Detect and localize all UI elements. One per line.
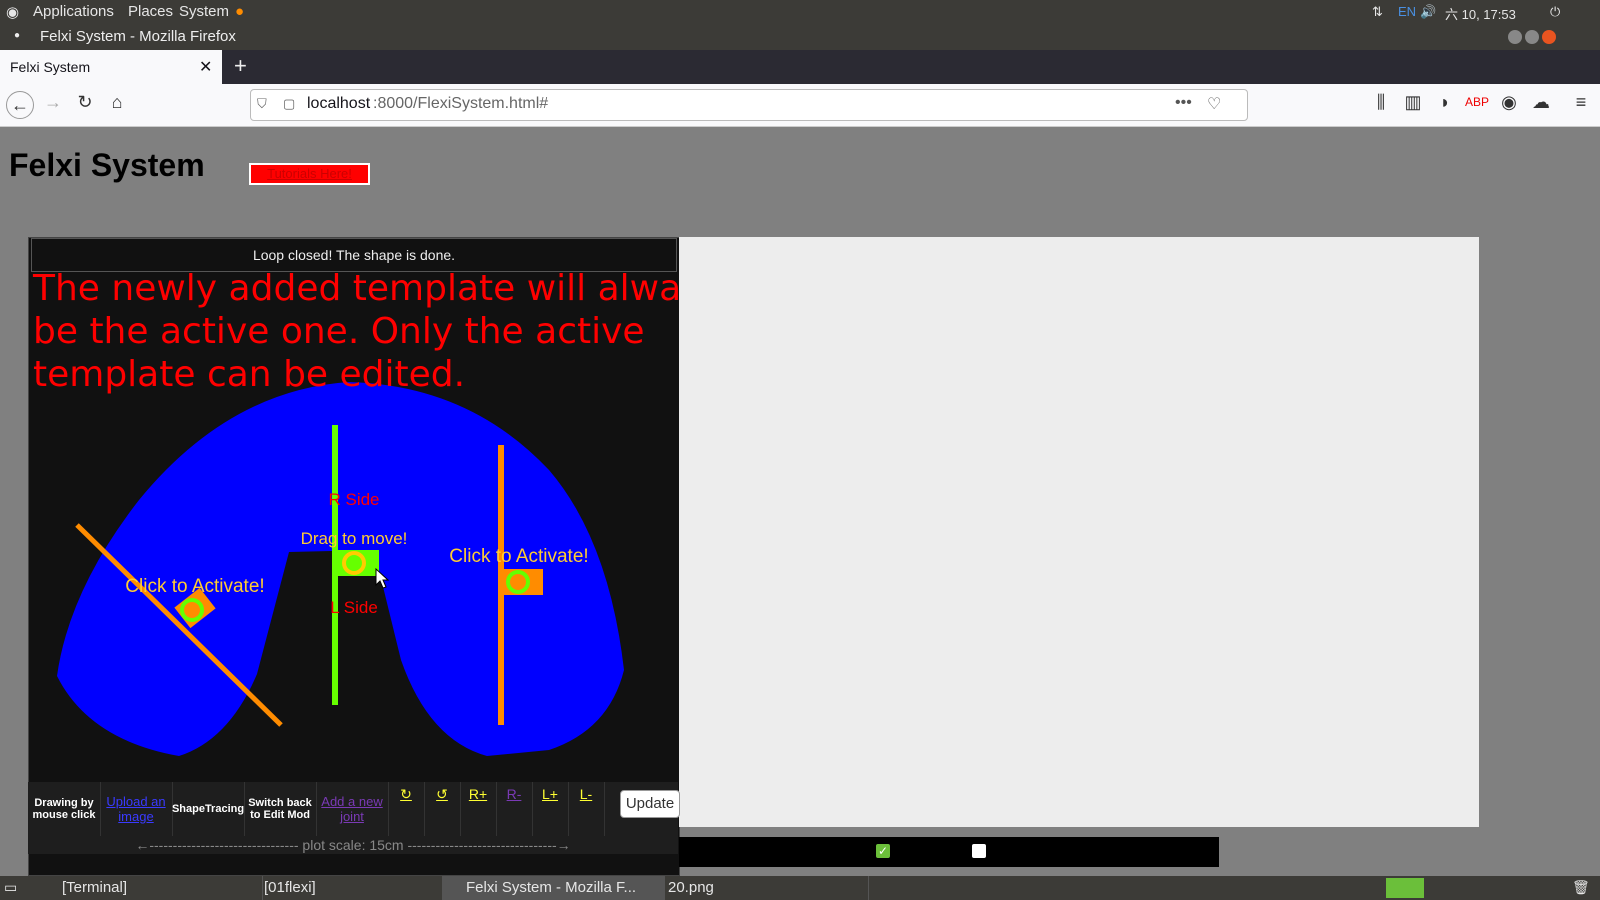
- show-desktop-icon[interactable]: ▭: [4, 879, 17, 896]
- menu-applications[interactable]: Applications: [33, 3, 114, 20]
- window-title: Felxi System - Mozilla Firefox: [40, 28, 236, 45]
- activate-right-label: Click to Activate!: [449, 546, 588, 567]
- page-info-icon[interactable]: ▢: [283, 96, 295, 112]
- tutorials-button[interactable]: Tutorials Here!: [249, 163, 370, 185]
- shape-tracing-button[interactable]: ShapeTracing: [172, 782, 245, 836]
- rotate-cw-button[interactable]: ↻: [388, 782, 425, 840]
- hamburger-menu-icon[interactable]: ≡: [1568, 92, 1594, 113]
- page-title: Felxi System: [9, 147, 205, 183]
- page-actions-icon[interactable]: •••: [1175, 94, 1192, 112]
- workspace-switcher[interactable]: [1386, 878, 1424, 898]
- tab-bar: Felxi System ✕ +: [0, 50, 1600, 84]
- taskbar: ▭ [Terminal] [01flexi] Felxi System - Mo…: [0, 876, 1600, 900]
- keyboard-layout[interactable]: EN: [1398, 4, 1416, 19]
- forward-icon[interactable]: →: [40, 92, 66, 113]
- active-template-message: The newly added template will always be …: [33, 268, 722, 395]
- url-path: :8000/FlexiSystem.html#: [373, 95, 549, 112]
- extension-icon[interactable]: ◗: [1432, 92, 1458, 113]
- r-side-label: R Side: [328, 490, 379, 509]
- r-plus-button[interactable]: R+: [460, 782, 497, 840]
- sidebar-icon[interactable]: ▥: [1400, 92, 1426, 113]
- task-01flexi-label: [01flexi]: [264, 879, 316, 896]
- nav-bar: ← → ↻ ⌂ ⛉ ▢ localhost :8000/FlexiSystem.…: [0, 84, 1600, 127]
- url-host: localhost: [307, 95, 371, 112]
- drawing-by-click-button[interactable]: Drawing by mouse click: [28, 782, 101, 836]
- tab-felxi-system[interactable]: Felxi System ✕: [0, 50, 222, 84]
- sync-icon[interactable]: ☁: [1528, 92, 1554, 113]
- ubuntu-logo-icon[interactable]: ◉: [6, 3, 19, 21]
- url-bar[interactable]: ⛉ ▢ localhost :8000/FlexiSystem.html# ••…: [250, 89, 1248, 121]
- page-body: Felxi System Tutorials Here! Loop closed…: [0, 127, 1600, 876]
- preview-controls: ✓: [679, 837, 1219, 867]
- window-icon: ●: [14, 30, 21, 41]
- window-title-bar: ● Felxi System - Mozilla Firefox: [0, 24, 1600, 50]
- l-minus-button[interactable]: L-: [568, 782, 605, 840]
- task-terminal-label: [Terminal]: [62, 879, 128, 896]
- close-window-icon[interactable]: [1542, 30, 1556, 44]
- back-icon[interactable]: ←: [6, 91, 34, 119]
- r-minus-button[interactable]: R-: [496, 782, 533, 840]
- update-button[interactable]: Update: [620, 790, 680, 818]
- clock[interactable]: 六 10, 17:53: [1445, 4, 1516, 23]
- switch-edit-mode-button[interactable]: Switch back to Edit Mod: [244, 782, 317, 836]
- minimize-icon[interactable]: [1508, 30, 1522, 44]
- drag-label: Drag to move!: [301, 529, 408, 548]
- task-terminal[interactable]: [Terminal]: [38, 876, 263, 900]
- activate-left-label: Click to Activate!: [125, 576, 264, 597]
- task-20png-label: 20.png: [668, 879, 714, 896]
- network-icon[interactable]: ⇅: [1372, 4, 1383, 20]
- volume-icon[interactable]: 🔊: [1420, 4, 1436, 20]
- maximize-icon[interactable]: [1525, 30, 1539, 44]
- trash-icon[interactable]: 🗑: [1572, 879, 1590, 896]
- rotate-ccw-button[interactable]: ↺: [424, 782, 461, 840]
- adblock-icon[interactable]: ABP: [1464, 95, 1490, 109]
- checkbox-unchecked[interactable]: [972, 844, 986, 858]
- task-firefox-label: Felxi System - Mozilla F...: [466, 879, 637, 896]
- plot-scale: ←-------------------------------- plot s…: [28, 836, 678, 854]
- task-firefox[interactable]: Felxi System - Mozilla F...: [442, 876, 665, 900]
- menu-system[interactable]: System: [179, 3, 229, 20]
- tool-bar: Drawing by mouse click Upload an image S…: [28, 782, 678, 840]
- task-01flexi[interactable]: [01flexi]: [240, 876, 461, 900]
- firefox-launcher-icon[interactable]: ●: [235, 3, 244, 20]
- new-tab-button[interactable]: +: [234, 53, 247, 79]
- shield-icon[interactable]: ⛉: [257, 96, 267, 112]
- checkbox-checked[interactable]: ✓: [876, 844, 890, 858]
- power-icon[interactable]: ⏻: [1550, 4, 1560, 20]
- account-icon[interactable]: ◉: [1496, 92, 1522, 113]
- l-plus-button[interactable]: L+: [532, 782, 569, 840]
- menu-places[interactable]: Places: [128, 3, 173, 20]
- tab-title: Felxi System: [10, 59, 91, 75]
- os-top-panel: ◉ Applications Places System ● ⇅ EN 🔊 六 …: [0, 0, 1600, 24]
- library-icon[interactable]: ⫼: [1368, 92, 1394, 113]
- task-20png[interactable]: 20.png: [644, 876, 869, 900]
- preview-canvas[interactable]: [679, 237, 1479, 827]
- pocket-icon[interactable]: ♡: [1207, 94, 1221, 114]
- home-icon[interactable]: ⌂: [104, 92, 130, 113]
- close-tab-icon[interactable]: ✕: [199, 57, 212, 77]
- l-side-label: L Side: [330, 598, 378, 617]
- add-joint-link[interactable]: Add a new joint: [316, 782, 389, 836]
- reload-icon[interactable]: ↻: [72, 92, 98, 113]
- upload-image-link[interactable]: Upload an image: [100, 782, 173, 836]
